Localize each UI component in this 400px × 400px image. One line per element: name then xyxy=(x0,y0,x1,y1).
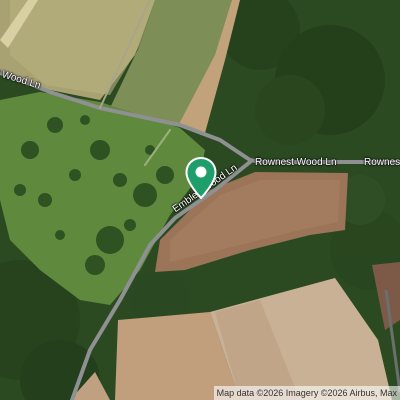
satellite-map[interactable]: st Wood Ln Rownest Wood Ln Rownes Embley… xyxy=(0,0,400,400)
map-attribution: Map data ©2026 Imagery ©2026 Airbus, Max xyxy=(213,386,400,400)
map-imagery xyxy=(0,0,400,400)
location-pin-icon[interactable] xyxy=(185,157,217,199)
